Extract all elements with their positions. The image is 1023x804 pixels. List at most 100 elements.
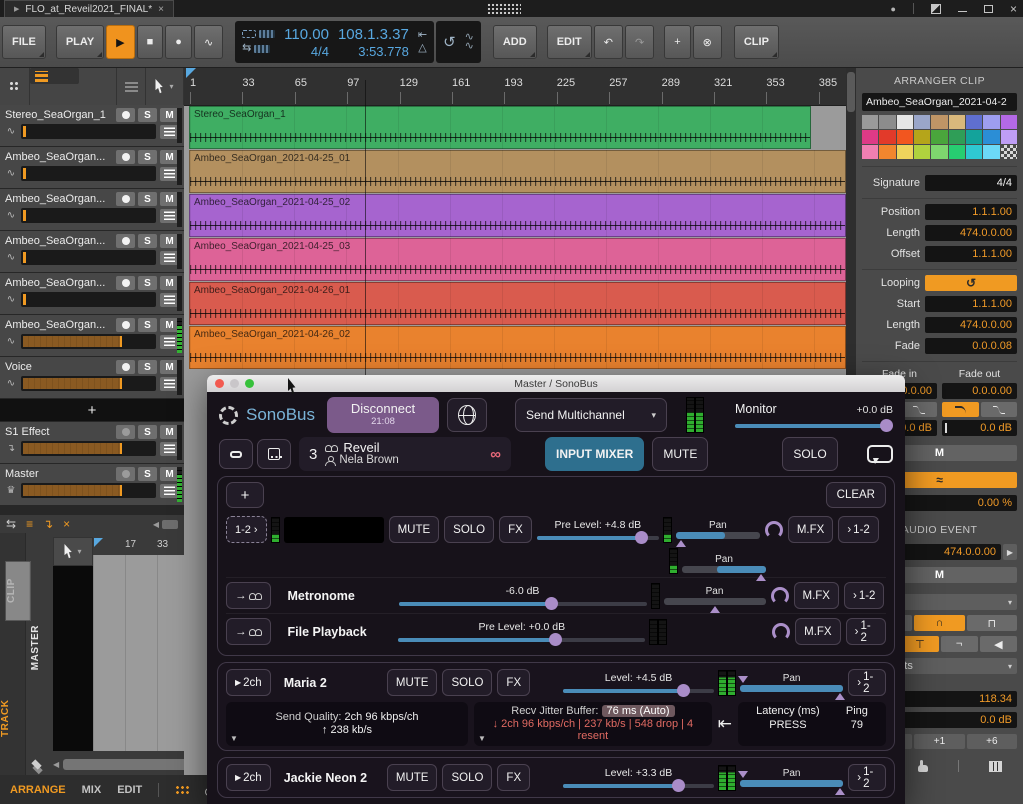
- record-arm-button[interactable]: [116, 234, 135, 248]
- tab-track[interactable]: TRACK: [0, 683, 26, 753]
- audio-clip[interactable]: Ambeo_SeaOrgan_2021-04-25_03: [189, 238, 846, 281]
- master-mute-button[interactable]: MUTE: [652, 437, 708, 471]
- color-swatch[interactable]: [1001, 115, 1017, 129]
- fade-field[interactable]: 0.0.0.08: [925, 338, 1017, 354]
- console-view-button[interactable]: [257, 439, 291, 469]
- volume-fader[interactable]: [21, 124, 156, 139]
- color-swatch[interactable]: [862, 145, 878, 159]
- metronome-pan[interactable]: Pan: [664, 586, 766, 605]
- time-display[interactable]: 3:53.778: [358, 44, 409, 59]
- solo-button[interactable]: S: [138, 360, 157, 374]
- color-swatch[interactable]: [862, 115, 878, 129]
- tab-close-icon[interactable]: ×: [158, 4, 164, 15]
- play-menu-button[interactable]: PLAY: [56, 25, 104, 59]
- solo-button[interactable]: S: [138, 425, 157, 439]
- track-name[interactable]: Ambeo_SeaOrgan...: [5, 277, 113, 289]
- solo-button[interactable]: S: [138, 276, 157, 290]
- metronome-icon[interactable]: △: [418, 43, 426, 54]
- color-swatch[interactable]: [897, 115, 913, 129]
- add-input-button[interactable]: +: [226, 482, 264, 508]
- channel-fx-button[interactable]: FX: [499, 516, 532, 543]
- stretch-shape-bell-button[interactable]: ∩: [914, 615, 964, 631]
- track-row[interactable]: Ambeo_SeaOrgan... S M ∿: [0, 147, 184, 188]
- peer-dest-button[interactable]: › 1-2: [848, 764, 886, 791]
- track-row[interactable]: Stereo_SeaOrgan_1 S M ∿: [0, 105, 184, 146]
- color-swatch[interactable]: [862, 130, 878, 144]
- close-icon[interactable]: ×: [1010, 2, 1017, 16]
- color-swatch[interactable]: [931, 130, 947, 144]
- color-swatch[interactable]: [879, 145, 895, 159]
- track-row[interactable]: Voice S M ∿: [0, 357, 184, 398]
- peer-solo-button[interactable]: SOLO: [442, 669, 492, 696]
- offset-field[interactable]: 1.1.1.00: [925, 246, 1017, 262]
- color-swatch[interactable]: [949, 130, 965, 144]
- auto-return-icon[interactable]: ⇤: [418, 30, 427, 41]
- punch-out-icon[interactable]: ⇆: [242, 43, 251, 54]
- chat-icon[interactable]: [867, 445, 893, 463]
- track-name[interactable]: Stereo_SeaOrgan_1: [5, 109, 113, 121]
- color-swatch[interactable]: [1001, 145, 1017, 159]
- signature-display[interactable]: 4/4: [311, 44, 329, 59]
- color-swatch[interactable]: [949, 145, 965, 159]
- punch-in-icon[interactable]: [242, 30, 256, 38]
- channel-pan2[interactable]: Pan: [682, 554, 766, 573]
- track-name[interactable]: Ambeo_SeaOrgan...: [5, 151, 113, 163]
- layout-arrange[interactable]: ARRANGE: [10, 784, 66, 796]
- disconnect-button[interactable]: Disconnect 21:08: [327, 397, 439, 433]
- grid-view-button[interactable]: [0, 68, 30, 105]
- track-row[interactable]: Ambeo_SeaOrgan... S M ∿: [0, 189, 184, 230]
- color-swatch[interactable]: [931, 115, 947, 129]
- clear-button[interactable]: CLEAR: [826, 482, 886, 508]
- realign-icon[interactable]: ⇤: [718, 714, 732, 734]
- record-arm-button[interactable]: [116, 108, 135, 122]
- fade-in-scurve-button[interactable]: [901, 402, 938, 417]
- punch-out-range-icon[interactable]: [254, 45, 270, 53]
- volume-fader[interactable]: [21, 441, 156, 456]
- crossfade-icon[interactable]: ⇆: [6, 517, 16, 531]
- onset-corner-button[interactable]: ¬: [941, 636, 978, 652]
- volume-fader[interactable]: [21, 208, 156, 223]
- scroll-left-icon[interactable]: ◀: [53, 760, 59, 769]
- master-solo-button[interactable]: SOLO: [782, 437, 837, 471]
- color-swatch[interactable]: [931, 145, 947, 159]
- color-swatch[interactable]: [1001, 130, 1017, 144]
- start-field[interactable]: 1.1.1.00: [925, 296, 1017, 312]
- track-row[interactable]: Ambeo_SeaOrgan... S M ∿: [0, 315, 184, 356]
- track-name[interactable]: Ambeo_SeaOrgan...: [5, 319, 113, 331]
- record-arm-button[interactable]: [116, 276, 135, 290]
- color-swatch[interactable]: [914, 115, 930, 129]
- latency-cell[interactable]: Latency (ms) PRESS Ping 79: [738, 702, 886, 746]
- tempo-display[interactable]: 110.00: [284, 26, 329, 43]
- color-swatch[interactable]: [949, 115, 965, 129]
- onset-marker-button[interactable]: ⊤: [901, 636, 938, 652]
- peer-level[interactable]: Level: +3.3 dB: [563, 767, 714, 788]
- delete-button[interactable]: ⊗: [693, 25, 722, 59]
- channel-level[interactable]: Pre Level: +4.8 dB: [537, 519, 659, 540]
- color-swatch[interactable]: [914, 130, 930, 144]
- close-traffic-icon[interactable]: [215, 379, 224, 388]
- color-swatch[interactable]: [983, 115, 999, 129]
- clip-name-field[interactable]: Ambeo_SeaOrgan_2021-04-2: [862, 93, 1017, 111]
- minimize-traffic-icon[interactable]: [230, 379, 239, 388]
- color-swatch[interactable]: [879, 130, 895, 144]
- track-io-icon[interactable]: ≡: [26, 517, 33, 531]
- fileplayback-level[interactable]: Pre Level: +0.0 dB: [398, 621, 645, 642]
- jitter-buffer-cell[interactable]: Recv Jitter Buffer: 76 ms (Auto) ↓ 2ch 9…: [474, 702, 712, 746]
- bar-ruler[interactable]: 1336597129161193225257289321353385: [184, 68, 846, 106]
- volume-fader[interactable]: [21, 483, 156, 498]
- send-quality-cell[interactable]: Send Quality: 2ch 96 kbps/ch ↑ 238 kb/s …: [226, 702, 468, 746]
- layers-icon[interactable]: [31, 759, 41, 769]
- audio-clip[interactable]: Stereo_SeaOrgan_1: [189, 106, 811, 149]
- signature-field[interactable]: 4/4: [925, 175, 1017, 191]
- latency-value[interactable]: PRESS: [756, 719, 820, 731]
- metronome-dest-button[interactable]: › 1-2: [844, 582, 884, 609]
- audition-button[interactable]: ◀: [980, 636, 1017, 652]
- fade-out-field[interactable]: 0.0.0.00: [942, 383, 1017, 399]
- minimal-view-button[interactable]: [219, 439, 253, 469]
- record-button[interactable]: ●: [165, 25, 192, 59]
- monitor-slider[interactable]: [735, 424, 893, 428]
- audio-clip[interactable]: Ambeo_SeaOrgan_2021-04-26_02: [189, 326, 846, 369]
- peer-fx-button[interactable]: FX: [497, 764, 530, 791]
- position-field[interactable]: 1.1.1.00: [925, 204, 1017, 220]
- add-track-button[interactable]: +: [0, 399, 184, 421]
